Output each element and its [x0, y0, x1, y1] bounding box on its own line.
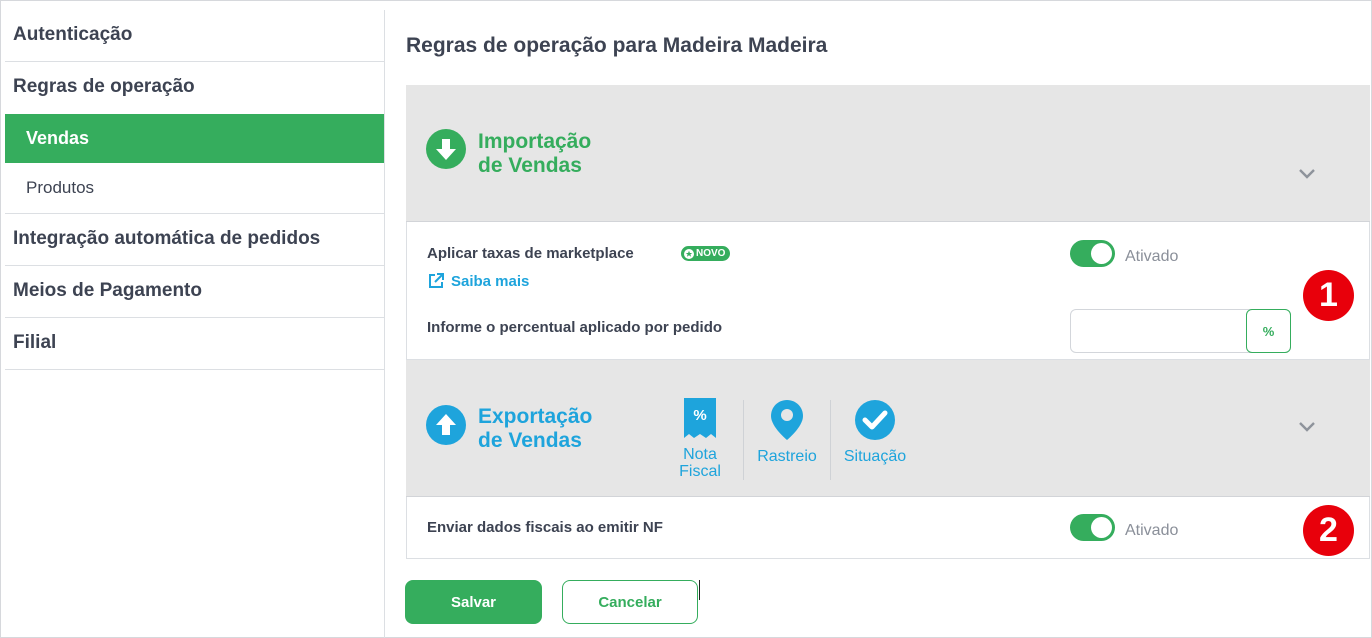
new-badge: NOVO	[681, 246, 731, 261]
export-section-header[interactable]: Exportação de Vendas % Nota Fiscal Rastr…	[406, 360, 1370, 497]
saiba-mais-link[interactable]: Saiba mais	[427, 272, 529, 290]
arrow-down-circle-icon	[426, 129, 466, 169]
chevron-down-icon[interactable]	[1296, 162, 1318, 184]
feature-rastreio[interactable]: Rastreio	[754, 400, 820, 465]
import-section-panel: Aplicar taxas de marketplace NOVO Saiba …	[406, 222, 1370, 360]
import-section-header[interactable]: Importação de Vendas	[406, 85, 1370, 222]
export-section-title: Exportação de Vendas	[478, 405, 593, 452]
percent-input[interactable]	[1079, 311, 1249, 351]
sidebar-item-meios-pagamento[interactable]: Meios de Pagamento	[5, 266, 384, 318]
text-cursor	[699, 580, 700, 600]
feature-nota-fiscal[interactable]: % Nota Fiscal	[669, 398, 731, 480]
import-section-title: Importação de Vendas	[478, 130, 592, 177]
fiscal-data-toggle[interactable]	[1070, 514, 1115, 541]
check-circle-icon	[855, 400, 895, 440]
sidebar-subitem-vendas[interactable]: Vendas	[5, 114, 384, 163]
chevron-down-icon[interactable]	[1296, 415, 1318, 437]
sidebar: Autenticação Regras de operação Vendas P…	[5, 10, 384, 370]
sidebar-item-filial[interactable]: Filial	[5, 318, 384, 370]
marketplace-fee-label: Aplicar taxas de marketplace	[427, 245, 634, 262]
fiscal-data-toggle-status: Ativado	[1125, 522, 1179, 539]
external-link-icon	[429, 273, 444, 288]
location-pin-icon	[771, 400, 803, 440]
step-marker-1: 1	[1303, 270, 1354, 321]
sidebar-item-autenticacao[interactable]: Autenticação	[5, 10, 384, 62]
receipt-percent-icon: %	[684, 398, 716, 438]
sidebar-item-regras-operacao[interactable]: Regras de operação	[5, 62, 384, 114]
feature-divider	[830, 400, 831, 480]
svg-text:%: %	[693, 407, 706, 424]
sidebar-subitem-produtos[interactable]: Produtos	[5, 163, 384, 214]
marketplace-fee-toggle-status: Ativado	[1125, 248, 1179, 265]
save-button[interactable]: Salvar	[405, 580, 542, 624]
export-section-panel: Enviar dados fiscais ao emitir NF Ativad…	[406, 497, 1370, 559]
feature-divider	[743, 400, 744, 480]
marketplace-fee-toggle[interactable]	[1070, 240, 1115, 267]
sidebar-divider	[384, 10, 385, 638]
star-icon	[684, 248, 694, 259]
page-title: Regras de operação para Madeira Madeira	[406, 34, 828, 57]
fiscal-data-label: Enviar dados fiscais ao emitir NF	[427, 519, 663, 536]
percent-label: Informe o percentual aplicado por pedido	[427, 319, 723, 336]
arrow-up-circle-icon	[426, 405, 466, 445]
feature-situacao[interactable]: Situação	[840, 400, 910, 465]
step-marker-2: 2	[1303, 505, 1354, 556]
percent-addon-button[interactable]: %	[1246, 309, 1291, 353]
sidebar-item-integracao-pedidos[interactable]: Integração automática de pedidos	[5, 214, 384, 266]
percent-input-group: %	[1070, 309, 1291, 353]
cancel-button[interactable]: Cancelar	[562, 580, 698, 624]
